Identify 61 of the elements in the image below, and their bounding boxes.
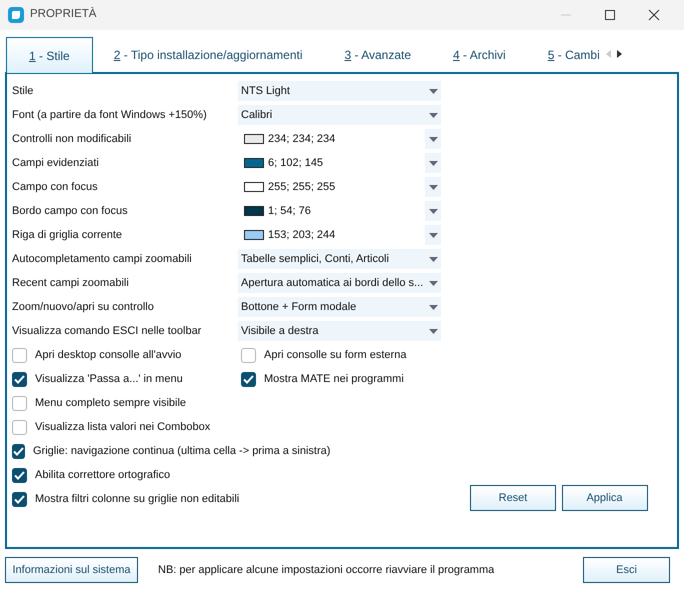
tab[interactable]: 4 - Archivi [432, 36, 527, 72]
caret-icon [428, 256, 438, 262]
system-info-button[interactable]: Informazioni sul sistema [5, 557, 138, 583]
setting-label: Zoom/nuovo/apri su controllo [12, 300, 155, 315]
dropdown[interactable]: NTS Light [238, 81, 441, 101]
dropdown[interactable]: Apertura automatica ai bordi dello s... [238, 273, 441, 293]
caret-icon [428, 136, 438, 142]
checkbox[interactable] [12, 348, 27, 362]
panel-button[interactable]: Reset [470, 485, 556, 511]
checkbox[interactable] [12, 492, 27, 506]
checkbox-label: Griglie: navigazione continua (ultima cella -> prima a sinistra) [33, 444, 330, 459]
tab[interactable]: 1 - Stile [6, 37, 93, 73]
setting-label: Campo con focus [12, 180, 99, 195]
caret-icon [428, 328, 438, 334]
setting-label: Visualizza comando ESCI nelle toolbar [12, 324, 202, 339]
dropdown[interactable]: Calibri [238, 105, 441, 125]
checkbox-label: Abilita correttore ortografico [35, 468, 170, 483]
close-icon[interactable] [646, 7, 662, 23]
checkbox-label: Mostra filtri colonne su griglie non editabili [35, 492, 240, 507]
setting-label: Campi evidenziati [12, 156, 100, 171]
scroll-right-icon[interactable] [615, 49, 624, 59]
setting-label: Stile [12, 84, 34, 99]
checkbox-label: Menu completo sempre visibile [35, 396, 186, 411]
maximize-icon[interactable] [602, 7, 618, 23]
note-text: NB: per applicare alcune impostazioni occorre riavviare il programma [157, 562, 496, 578]
app-logo-icon [8, 7, 24, 23]
checkbox-label: Mostra MATE nei programmi [264, 372, 404, 387]
checkbox[interactable] [12, 444, 25, 458]
tab[interactable]: 2 - Tipo installazione/aggiornamenti [92, 36, 324, 72]
panel-button[interactable]: Applica [562, 485, 648, 511]
setting-label: Recent campi zoomabili [12, 276, 130, 291]
checkbox-label: Visualizza 'Passa a...' in menu [35, 372, 183, 387]
dropdown[interactable]: Tabelle semplici, Conti, Articoli [238, 249, 441, 269]
dropdown[interactable]: Bottone + Form modale [238, 297, 441, 317]
caret-icon [428, 232, 438, 238]
caret-icon [428, 304, 438, 310]
setting-label: Autocompletamento campi zoomabili [12, 252, 193, 267]
checkbox-label: Apri consolle su form esterna [264, 348, 406, 363]
exit-button[interactable]: Esci [583, 557, 670, 583]
checkbox[interactable] [12, 372, 27, 386]
caret-icon [428, 160, 438, 166]
tab[interactable]: 5 - Cambi [526, 36, 601, 72]
caret-icon [428, 280, 438, 286]
checkbox[interactable] [12, 396, 27, 410]
setting-label: Controlli non modificabili [12, 132, 132, 147]
checkbox[interactable] [241, 348, 256, 362]
checkbox[interactable] [241, 372, 256, 386]
setting-label: Font (a partire da font Windows +150%) [12, 108, 208, 123]
setting-label: Riga di griglia corrente [12, 228, 124, 243]
window-title: PROPRIETÀ [30, 6, 98, 22]
caret-icon [428, 184, 438, 190]
caret-icon [428, 112, 438, 118]
checkbox-label: Visualizza lista valori nei Combobox [35, 420, 210, 435]
caret-icon [428, 88, 438, 94]
checkbox-label: Apri desktop consolle all'avvio [35, 348, 182, 363]
checkbox[interactable] [12, 468, 27, 482]
caret-icon [428, 208, 438, 214]
tab[interactable]: 3 - Avanzate [324, 36, 432, 72]
checkbox[interactable] [12, 420, 27, 434]
setting-label: Bordo campo con focus [12, 204, 129, 219]
dropdown[interactable]: Visibile a destra [238, 321, 441, 341]
